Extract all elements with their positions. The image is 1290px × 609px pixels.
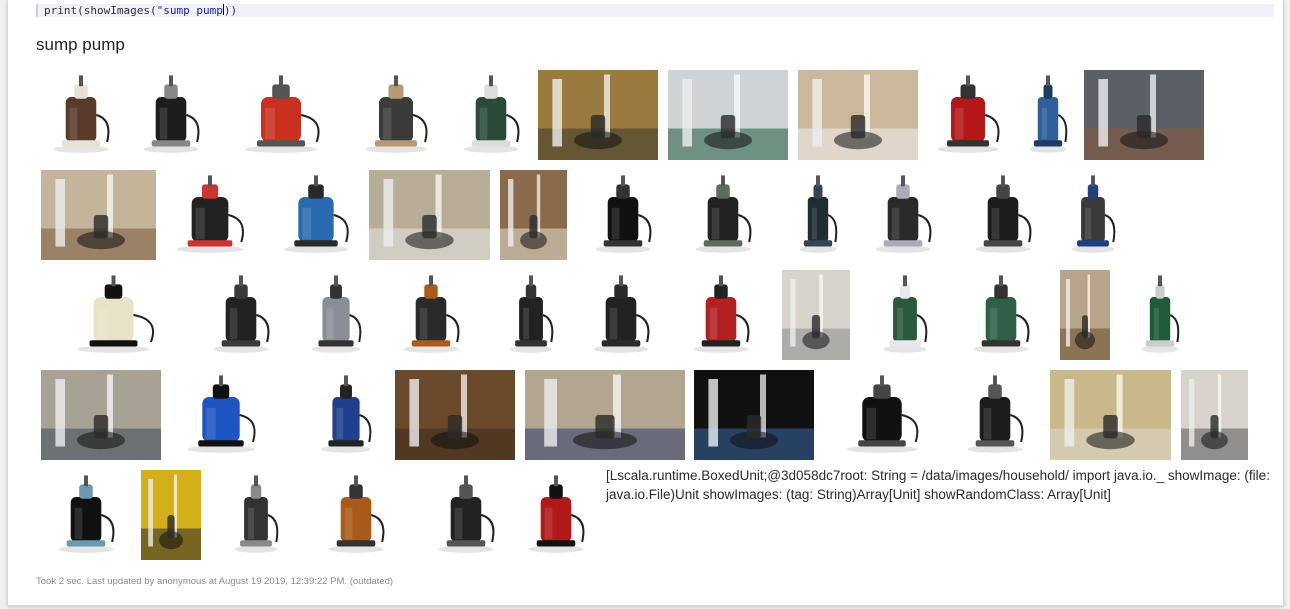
sump-pump-image	[1058, 170, 1128, 260]
sump-pump-image	[264, 170, 368, 260]
sump-pump-image	[141, 470, 201, 560]
sump-pump-image	[41, 470, 131, 560]
sump-pump-image	[870, 270, 940, 360]
sump-pump-image	[196, 270, 286, 360]
sump-pump-image	[221, 470, 291, 560]
sump-pump-image	[311, 470, 401, 560]
sump-pump-image	[858, 170, 948, 260]
output-text: [Lscala.runtime.BoxedUnit;@3d058dc7root:…	[606, 468, 1270, 502]
sump-pump-image	[538, 70, 658, 160]
sump-pump-image	[525, 370, 685, 460]
notebook-paragraph: print(showImages("sump pump)) sump pump	[7, 0, 1284, 606]
sump-pump-image	[369, 170, 490, 260]
sump-pump-image	[576, 270, 666, 360]
sump-pump-image	[678, 170, 768, 260]
paragraph-status: Took 2 sec. Last updated by anonymous at…	[36, 576, 394, 587]
sump-pump-image	[1181, 370, 1248, 460]
sump-pump-image	[41, 170, 161, 260]
sump-pump-image	[386, 270, 476, 360]
sump-pump-image	[824, 370, 940, 460]
code-function-call: print(showImages(	[44, 4, 157, 17]
sump-pump-image	[126, 70, 216, 160]
sump-pump-image	[500, 170, 567, 260]
sump-pump-image	[156, 170, 264, 260]
sump-pump-image	[694, 370, 814, 460]
sump-pump-image	[296, 270, 376, 360]
sump-pump-image	[668, 70, 788, 160]
sump-pump-image	[918, 70, 1018, 160]
sump-pump-image	[1050, 370, 1171, 460]
sump-pump-image	[1084, 70, 1204, 160]
sump-pump-image	[1018, 70, 1078, 160]
sump-pump-image	[421, 470, 511, 560]
sump-pump-image	[956, 270, 1046, 360]
sump-pump-image	[216, 70, 346, 160]
code-editor[interactable]: print(showImages("sump pump))	[36, 4, 1274, 17]
sump-pump-image	[950, 370, 1040, 460]
output-heading: sump pump	[36, 35, 125, 54]
sump-pump-image	[511, 470, 601, 560]
sump-pump-image	[166, 370, 276, 460]
sump-pump-image	[676, 270, 766, 360]
sump-pump-image	[958, 170, 1048, 260]
sump-pump-image	[578, 170, 668, 260]
sump-pump-image	[1060, 270, 1110, 360]
sump-pump-image	[41, 370, 161, 460]
sump-pump-image	[782, 270, 850, 360]
sump-pump-image	[306, 370, 386, 460]
sump-pump-image	[395, 370, 515, 460]
sump-pump-image	[496, 270, 566, 360]
sump-pump-image	[446, 70, 536, 160]
sump-pump-image	[41, 270, 186, 360]
sump-pump-image	[36, 70, 126, 160]
sump-pump-image	[1130, 270, 1190, 360]
code-closing: ))	[223, 4, 238, 17]
sump-pump-image	[788, 170, 848, 260]
sump-pump-image	[346, 70, 446, 160]
code-string-arg: "sump pump	[156, 4, 223, 17]
sump-pump-image	[798, 70, 918, 160]
